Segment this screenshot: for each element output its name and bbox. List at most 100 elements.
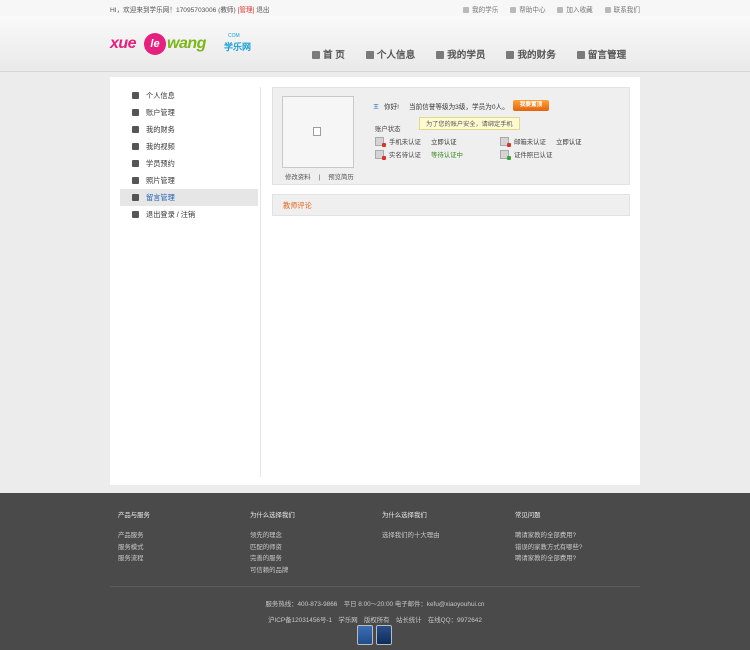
sidebar-item-videos[interactable]: 我的视频 bbox=[120, 138, 258, 155]
footer-link[interactable]: 可信赖的品牌 bbox=[250, 565, 380, 577]
video-icon bbox=[132, 143, 139, 150]
nav-home[interactable]: 首 页 bbox=[312, 47, 345, 61]
sidebar-item-photos[interactable]: 照片管理 bbox=[120, 172, 258, 189]
sidebar-item-label: 个人信息 bbox=[146, 91, 175, 100]
footer-icp: 沪ICP备12031456号-1 学乐网 版权所有 站长统计 在线QQ：9972… bbox=[268, 617, 482, 624]
logout-link[interactable]: 退出 bbox=[256, 7, 269, 14]
status-realname: 实名待认证 等待认证中 bbox=[375, 150, 463, 160]
nav-label: 首 页 bbox=[323, 50, 345, 61]
nav-profile[interactable]: 个人信息 bbox=[365, 47, 416, 61]
footer-link[interactable]: 聘请家教的全部费用? bbox=[515, 530, 645, 542]
footer-col-why: 为什么选择我们 领先的理念 匹配的师资 完善的服务 可信赖的品牌 bbox=[250, 510, 380, 576]
sidebar-item-account[interactable]: 账户管理 bbox=[120, 104, 258, 121]
logo-wang: wang bbox=[167, 35, 206, 52]
top-link-label: 帮助中心 bbox=[519, 7, 546, 14]
footer-col-products: 产品与服务 产品服务 服务模式 服务流程 bbox=[118, 510, 248, 565]
welcome-text: HI，欢迎来到学乐网！17095703006 (教师) [管理] 退出 bbox=[110, 4, 269, 14]
footer-link[interactable]: 选择我们的十大理由 bbox=[382, 530, 512, 542]
email-icon bbox=[500, 137, 511, 147]
sidebar-item-label: 学员预约 bbox=[146, 159, 175, 168]
user-id: 17095703006 bbox=[175, 7, 217, 14]
site-logo[interactable]: xue le wang COM 学乐网 bbox=[110, 30, 260, 60]
admin-link[interactable]: [管理] bbox=[238, 7, 255, 14]
nav-label: 我的学员 bbox=[447, 50, 486, 61]
footer-heading: 常见问题 bbox=[515, 512, 541, 519]
profile-photo[interactable] bbox=[282, 96, 354, 168]
welcome-greeting: HI，欢迎来到学乐网！ bbox=[110, 7, 176, 14]
footer-link[interactable]: 匹配的师资 bbox=[250, 542, 380, 554]
pencil-icon bbox=[132, 126, 139, 133]
sidebar-divider bbox=[260, 87, 261, 477]
footer-link[interactable]: 聘请家教的全部费用? bbox=[515, 553, 645, 565]
certificate-icon bbox=[500, 150, 511, 160]
link-separator: | bbox=[318, 174, 321, 181]
edit-icon bbox=[506, 51, 515, 59]
footer-link[interactable]: 领先的理念 bbox=[250, 530, 380, 542]
sidebar-item-label: 我的视频 bbox=[146, 142, 175, 151]
mail-icon bbox=[132, 194, 139, 201]
top-bar: HI，欢迎来到学乐网！17095703006 (教师) [管理] 退出 我的学乐… bbox=[0, 0, 750, 16]
logout-icon bbox=[132, 211, 139, 218]
nav-label: 留言管理 bbox=[587, 50, 627, 61]
logo-cn: 学乐网 bbox=[224, 42, 252, 52]
top-link-contact[interactable]: 联系我们 bbox=[604, 7, 640, 14]
top-link-bookmark[interactable]: 加入收藏 bbox=[557, 7, 593, 14]
sidebar-item-label: 退出登录 / 注销 bbox=[146, 210, 196, 219]
footer-badges bbox=[357, 625, 395, 645]
account-icon bbox=[132, 109, 139, 116]
top-listing-button[interactable]: 我要置顶 bbox=[513, 100, 549, 111]
footer-link[interactable]: 服务流程 bbox=[118, 553, 248, 565]
top-link-label: 加入收藏 bbox=[566, 7, 593, 14]
photo-links: 修改资料 | 预览简历 bbox=[285, 172, 354, 181]
status-label: 证件照已认证 bbox=[514, 152, 553, 159]
sidebar-item-appointments[interactable]: 学员预约 bbox=[120, 155, 258, 172]
status-label: 邮箱未认证 bbox=[514, 139, 546, 146]
bookmark-icon bbox=[557, 7, 564, 13]
content-area: 修改资料 | 预览简历 王你好! 当前信誉等级为3级，学员为0人。 我要置顶 账户状态… bbox=[272, 87, 630, 216]
police-badge-icon[interactable] bbox=[376, 625, 392, 645]
security-tooltip: 为了您的账户安全，请绑定手机 bbox=[419, 117, 520, 130]
sidebar-item-label: 我的财务 bbox=[146, 125, 175, 134]
verify-email-link[interactable]: 立即认证 bbox=[556, 139, 582, 146]
verify-phone-link[interactable]: 立即认证 bbox=[431, 139, 457, 146]
user-icon bbox=[365, 51, 374, 59]
sidebar-item-logout[interactable]: 退出登录 / 注销 bbox=[120, 206, 258, 223]
user-icon bbox=[132, 92, 139, 99]
photo-icon bbox=[132, 177, 139, 184]
footer-heading: 为什么选择我们 bbox=[382, 512, 427, 519]
nav-label: 个人信息 bbox=[376, 50, 416, 61]
edit-profile-link[interactable]: 修改资料 bbox=[285, 174, 311, 181]
sidebar-item-profile[interactable]: 个人信息 bbox=[120, 87, 258, 104]
preview-resume-link[interactable]: 预览简历 bbox=[328, 174, 354, 181]
footer-link[interactable]: 完善的服务 bbox=[250, 553, 380, 565]
status-certificate: 证件照已认证 bbox=[500, 150, 553, 160]
footer-heading: 为什么选择我们 bbox=[250, 512, 295, 519]
school-badge-icon[interactable] bbox=[357, 625, 373, 645]
sidebar: 个人信息 账户管理 我的财务 我的视频 学员预约 照片管理 留言管理 退出登录 … bbox=[120, 87, 258, 223]
credit-level-text: 当前信誉等级为3级，学员为0人。 bbox=[409, 104, 509, 111]
header: xue le wang COM 学乐网 首 页 个人信息 我的学员 我的财务 留… bbox=[0, 16, 750, 72]
logo-xue: xue bbox=[110, 35, 137, 52]
sidebar-item-finance[interactable]: 我的财务 bbox=[120, 121, 258, 138]
logo-le: le bbox=[144, 33, 166, 55]
broken-image-icon bbox=[313, 127, 321, 136]
top-link-my-xuele[interactable]: 我的学乐 bbox=[462, 7, 498, 14]
footer-link[interactable]: 服务模式 bbox=[118, 542, 248, 554]
account-status-label: 账户状态 bbox=[375, 126, 401, 133]
profile-info-box: 修改资料 | 预览简历 王你好! 当前信誉等级为3级，学员为0人。 我要置顶 账户状态… bbox=[272, 87, 630, 185]
greeting-text: 你好! bbox=[384, 104, 400, 111]
top-links: 我的学乐 帮助中心 加入收藏 联系我们 bbox=[453, 4, 640, 14]
nav-finance[interactable]: 我的财务 bbox=[506, 47, 556, 61]
logo-com: COM bbox=[228, 33, 240, 39]
user-name-icon: 王 bbox=[373, 105, 380, 111]
nav-students[interactable]: 我的学员 bbox=[436, 47, 486, 61]
main-nav: 首 页 个人信息 我的学员 我的财务 留言管理 bbox=[312, 47, 645, 61]
user-role: (教师) bbox=[218, 7, 236, 14]
home-icon bbox=[312, 51, 320, 59]
footer-link[interactable]: 产品服务 bbox=[118, 530, 248, 542]
top-link-help[interactable]: 帮助中心 bbox=[510, 7, 546, 14]
footer-link[interactable]: 错误的家教方式有哪些? bbox=[515, 542, 645, 554]
sidebar-item-messages[interactable]: 留言管理 bbox=[120, 189, 258, 206]
waiting-verification-text: 等待认证中 bbox=[430, 152, 463, 159]
nav-messages[interactable]: 留言管理 bbox=[576, 47, 627, 61]
